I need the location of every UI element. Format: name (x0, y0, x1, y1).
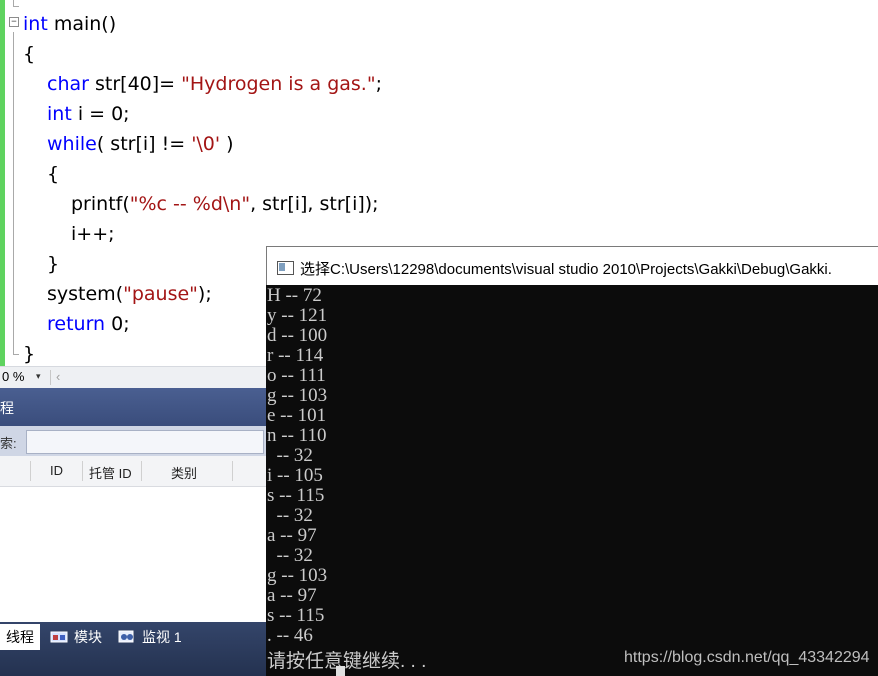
code-line[interactable]: int i = 0; (47, 99, 130, 129)
output-line: g -- 103 (267, 565, 328, 586)
console-title: 选择C:\Users\12298\documents\visual studio… (300, 261, 832, 278)
search-label: 索: (0, 436, 17, 451)
output-line: . -- 46 (267, 625, 313, 646)
column-divider[interactable] (232, 461, 233, 481)
output-line: i -- 105 (267, 465, 323, 486)
output-line: H -- 72 (267, 285, 322, 306)
output-line: e -- 101 (267, 405, 327, 426)
column-header: ID 托管 ID 类别 (0, 456, 266, 487)
code-line[interactable]: } (47, 249, 59, 279)
keyword-token: return (47, 313, 106, 335)
keyword-token: while (47, 133, 97, 155)
column-id[interactable]: ID (50, 463, 63, 478)
column-divider[interactable] (82, 461, 83, 481)
keyword-token: char (47, 73, 89, 95)
console-titlebar[interactable]: 选择C:\Users\12298\documents\visual studio… (266, 246, 878, 286)
code-token: system( (47, 283, 124, 305)
column-divider[interactable] (141, 461, 142, 481)
collapse-toggle-icon[interactable]: − (9, 17, 19, 27)
column-category[interactable]: 类别 (171, 463, 197, 482)
output-line: s -- 115 (267, 485, 325, 506)
output-line: -- 32 (267, 445, 313, 466)
output-line: g -- 103 (267, 385, 328, 406)
code-token: i++; (71, 223, 115, 245)
panel-header: 程 (0, 388, 266, 426)
code-token: main() (47, 13, 117, 35)
tab-modules[interactable]: 模块 (50, 624, 102, 650)
output-line: -- 32 (267, 545, 313, 566)
outline-guide (13, 6, 19, 7)
code-line[interactable]: char str[40]= "Hydrogen is a gas."; (47, 69, 382, 99)
string-token: "pause" (123, 283, 198, 305)
watermark: https://blog.csdn.net/qq_43342294 (624, 649, 870, 666)
text-cursor (336, 666, 345, 676)
code-line[interactable]: i++; (71, 219, 115, 249)
divider (50, 370, 51, 385)
scroll-left-icon[interactable]: ‹ (56, 369, 60, 384)
output-line: s -- 115 (267, 605, 325, 626)
pause-prompt: 请按任意键继续. . . (267, 651, 427, 672)
zoom-level[interactable]: 0 % (2, 369, 24, 384)
column-divider[interactable] (30, 461, 31, 481)
code-token: 0; (105, 313, 130, 335)
bottom-tab-bar: 线程 模块 监视 1 (0, 622, 266, 676)
output-line: r -- 114 (267, 345, 324, 366)
code-token: ) (220, 133, 234, 155)
code-line[interactable]: } (23, 339, 35, 369)
outline-guide (13, 32, 14, 354)
code-token: i = 0; (71, 103, 130, 125)
column-managed-id[interactable]: 托管 ID (89, 463, 132, 482)
code-token: { (23, 43, 36, 65)
tab-watch-1[interactable]: 监视 1 (118, 624, 182, 650)
console-output[interactable]: H -- 72 y -- 121 d -- 100 r -- 114 o -- 111 g… (266, 285, 878, 676)
change-tracking-bar (0, 0, 5, 368)
console-app-icon (277, 261, 294, 275)
threads-panel: 程 索: ID 托管 ID 类别 (0, 388, 266, 628)
code-token: { (47, 163, 60, 185)
zoom-dropdown-icon[interactable]: ▾ (36, 371, 41, 382)
modules-icon (50, 631, 68, 643)
editor-status-strip: 0 % ▾ ‹ (0, 366, 266, 388)
outline-guide (13, 354, 19, 355)
string-token: '\0' (191, 133, 221, 155)
code-line[interactable]: { (23, 39, 35, 69)
tab-label: 线程 (6, 629, 34, 645)
tab-threads[interactable]: 线程 (0, 624, 40, 650)
code-line[interactable]: while( str[i] != '\0' ) (47, 129, 234, 159)
panel-title: 程 (0, 400, 14, 416)
code-token: } (47, 253, 60, 275)
output-line: d -- 100 (267, 325, 328, 346)
code-token: str[40]= (88, 73, 182, 95)
search-input[interactable] (26, 430, 264, 454)
tab-label: 模块 (74, 629, 102, 645)
code-line[interactable]: printf("%c -- %d\n", str[i], str[i]); (71, 189, 379, 219)
output-line: n -- 110 (267, 425, 327, 446)
console-window[interactable]: 选择C:\Users\12298\documents\visual studio… (266, 246, 878, 676)
search-row: 索: (0, 426, 266, 456)
watch-icon (118, 630, 134, 643)
code-token: printf( (71, 193, 130, 215)
code-line[interactable]: { (47, 159, 59, 189)
keyword-token: int (23, 13, 48, 35)
string-token: "%c -- %d\n" (129, 193, 251, 215)
string-token: "Hydrogen is a gas." (181, 73, 376, 95)
output-line: a -- 97 (267, 525, 317, 546)
code-token: ; (375, 73, 382, 95)
output-line: y -- 121 (267, 305, 328, 326)
keyword-token: int (47, 103, 72, 125)
code-token: , str[i], str[i]); (250, 193, 379, 215)
code-token: } (23, 343, 36, 365)
code-token: ( str[i] != (96, 133, 192, 155)
output-line: a -- 97 (267, 585, 317, 606)
code-line[interactable]: return 0; (47, 309, 130, 339)
code-token: ); (197, 283, 212, 305)
code-line[interactable]: int main() (23, 9, 116, 39)
output-line: -- 32 (267, 505, 313, 526)
code-line[interactable]: system("pause"); (47, 279, 212, 309)
tab-label: 监视 1 (142, 629, 182, 645)
output-line: o -- 111 (267, 365, 326, 386)
